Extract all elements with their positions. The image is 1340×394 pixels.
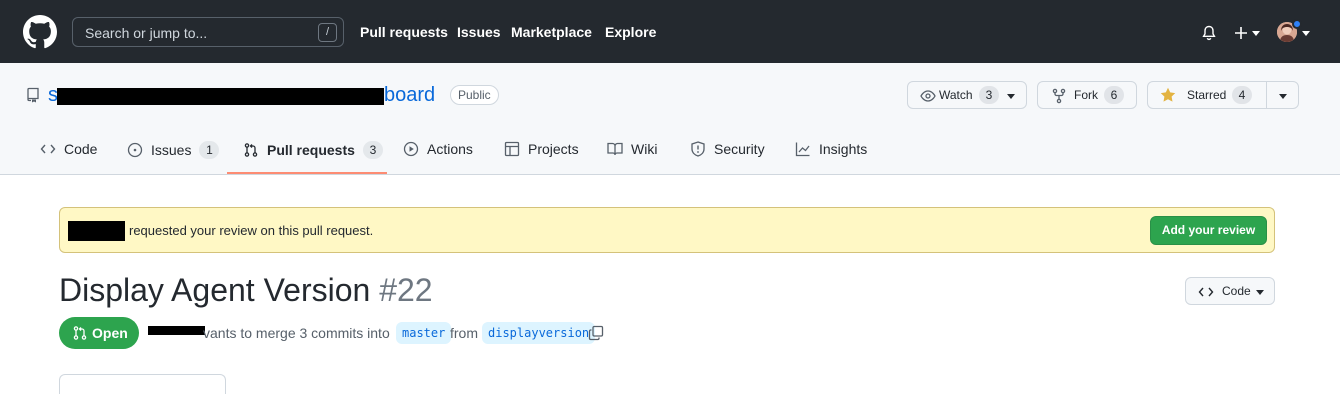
nav-issues[interactable]: Issues <box>457 24 501 40</box>
fork-count: 6 <box>1104 86 1124 104</box>
repo-name-suffix[interactable]: board <box>384 84 435 107</box>
graph-icon <box>795 142 810 157</box>
copy-icon[interactable] <box>588 325 604 341</box>
book-icon <box>607 142 623 156</box>
tab-pull-requests[interactable]: Pull requests 3 <box>243 141 383 159</box>
bell-icon[interactable] <box>1201 25 1217 41</box>
table-icon <box>504 141 520 157</box>
base-branch-label[interactable]: master <box>396 322 452 344</box>
pr-title-text: Display Agent Version <box>59 272 371 308</box>
star-fill-icon <box>1160 87 1176 102</box>
tab-issues-label: Issues <box>151 142 192 158</box>
code-dropdown-button[interactable]: Code <box>1185 277 1275 305</box>
eye-icon <box>920 90 936 102</box>
git-pull-request-icon <box>73 326 87 340</box>
fork-button[interactable]: Fork 6 <box>1037 81 1137 109</box>
star-button[interactable]: Starred 4 <box>1147 81 1299 109</box>
code-button-label: Code <box>1222 284 1251 298</box>
caret-down-icon[interactable] <box>1252 31 1260 36</box>
conversation-tab-box[interactable] <box>59 374 226 394</box>
watch-button[interactable]: Watch 3 <box>907 81 1027 109</box>
tab-pull-requests-count: 3 <box>362 141 383 159</box>
tab-projects[interactable]: Projects <box>504 141 579 157</box>
review-request-message: requested your review on this pull reque… <box>129 223 374 238</box>
star-count: 4 <box>1232 86 1252 104</box>
from-text: from <box>450 325 478 341</box>
code-icon <box>40 144 56 154</box>
selected-tab-underline <box>227 172 387 174</box>
tab-insights[interactable]: Insights <box>795 141 867 157</box>
visibility-badge: Public <box>450 85 499 105</box>
watch-caret-icon <box>1007 94 1015 99</box>
tab-projects-label: Projects <box>528 141 579 157</box>
watch-count: 3 <box>979 86 999 104</box>
tab-issues-count: 1 <box>199 141 220 159</box>
nav-marketplace[interactable]: Marketplace <box>511 24 592 40</box>
redacted-repo-name <box>57 88 384 105</box>
avatar-caret-down-icon[interactable] <box>1302 31 1310 36</box>
tab-security[interactable]: Security <box>690 141 765 157</box>
tab-code-label: Code <box>64 141 98 157</box>
fork-label: Fork <box>1074 88 1098 102</box>
search-shortcut-key: / <box>318 23 337 42</box>
nav-explore[interactable]: Explore <box>605 24 656 40</box>
head-branch-label[interactable]: displayversion <box>482 322 596 344</box>
pr-title: Display Agent Version #22 <box>59 272 433 309</box>
git-pull-request-icon <box>244 143 258 157</box>
merge-description: vants to merge 3 commits into <box>203 325 390 341</box>
pr-number: #22 <box>379 272 433 308</box>
tab-issues[interactable]: Issues 1 <box>127 141 220 159</box>
notification-dot <box>1292 19 1302 29</box>
tab-security-label: Security <box>714 141 765 157</box>
play-icon <box>403 141 419 157</box>
repo-forked-icon <box>1052 88 1066 104</box>
add-your-review-button[interactable]: Add your review <box>1150 216 1267 245</box>
nav-pull-requests[interactable]: Pull requests <box>360 24 448 40</box>
watch-label: Watch <box>939 88 973 102</box>
tab-pull-requests-label: Pull requests <box>267 142 355 158</box>
star-label: Starred <box>1187 88 1227 102</box>
pr-state-badge: Open <box>59 317 139 349</box>
repo-icon <box>27 87 39 103</box>
tab-insights-label: Insights <box>819 141 868 157</box>
shield-icon <box>691 141 705 157</box>
github-logo-icon[interactable] <box>23 15 57 49</box>
code-icon <box>1198 287 1214 297</box>
code-caret-icon <box>1256 290 1264 295</box>
plus-icon[interactable] <box>1233 25 1249 41</box>
tab-actions-label: Actions <box>427 141 473 157</box>
tab-wiki-label: Wiki <box>631 141 658 157</box>
tab-actions[interactable]: Actions <box>403 141 473 157</box>
search-input[interactable]: Search or jump to... / <box>72 17 344 47</box>
tab-code[interactable]: Code <box>40 141 97 157</box>
star-divider <box>1266 82 1267 108</box>
star-list-caret-icon[interactable] <box>1279 94 1287 99</box>
search-placeholder: Search or jump to... <box>85 25 208 41</box>
pr-state-label: Open <box>92 325 128 341</box>
review-request-banner: requested your review on this pull reque… <box>59 207 1275 253</box>
tab-wiki[interactable]: Wiki <box>607 141 657 157</box>
global-header: Search or jump to... / Pull requests Iss… <box>0 0 1340 63</box>
issue-opened-icon <box>127 142 143 158</box>
redacted-reviewer-name <box>68 221 125 241</box>
redacted-author-name <box>148 326 205 335</box>
